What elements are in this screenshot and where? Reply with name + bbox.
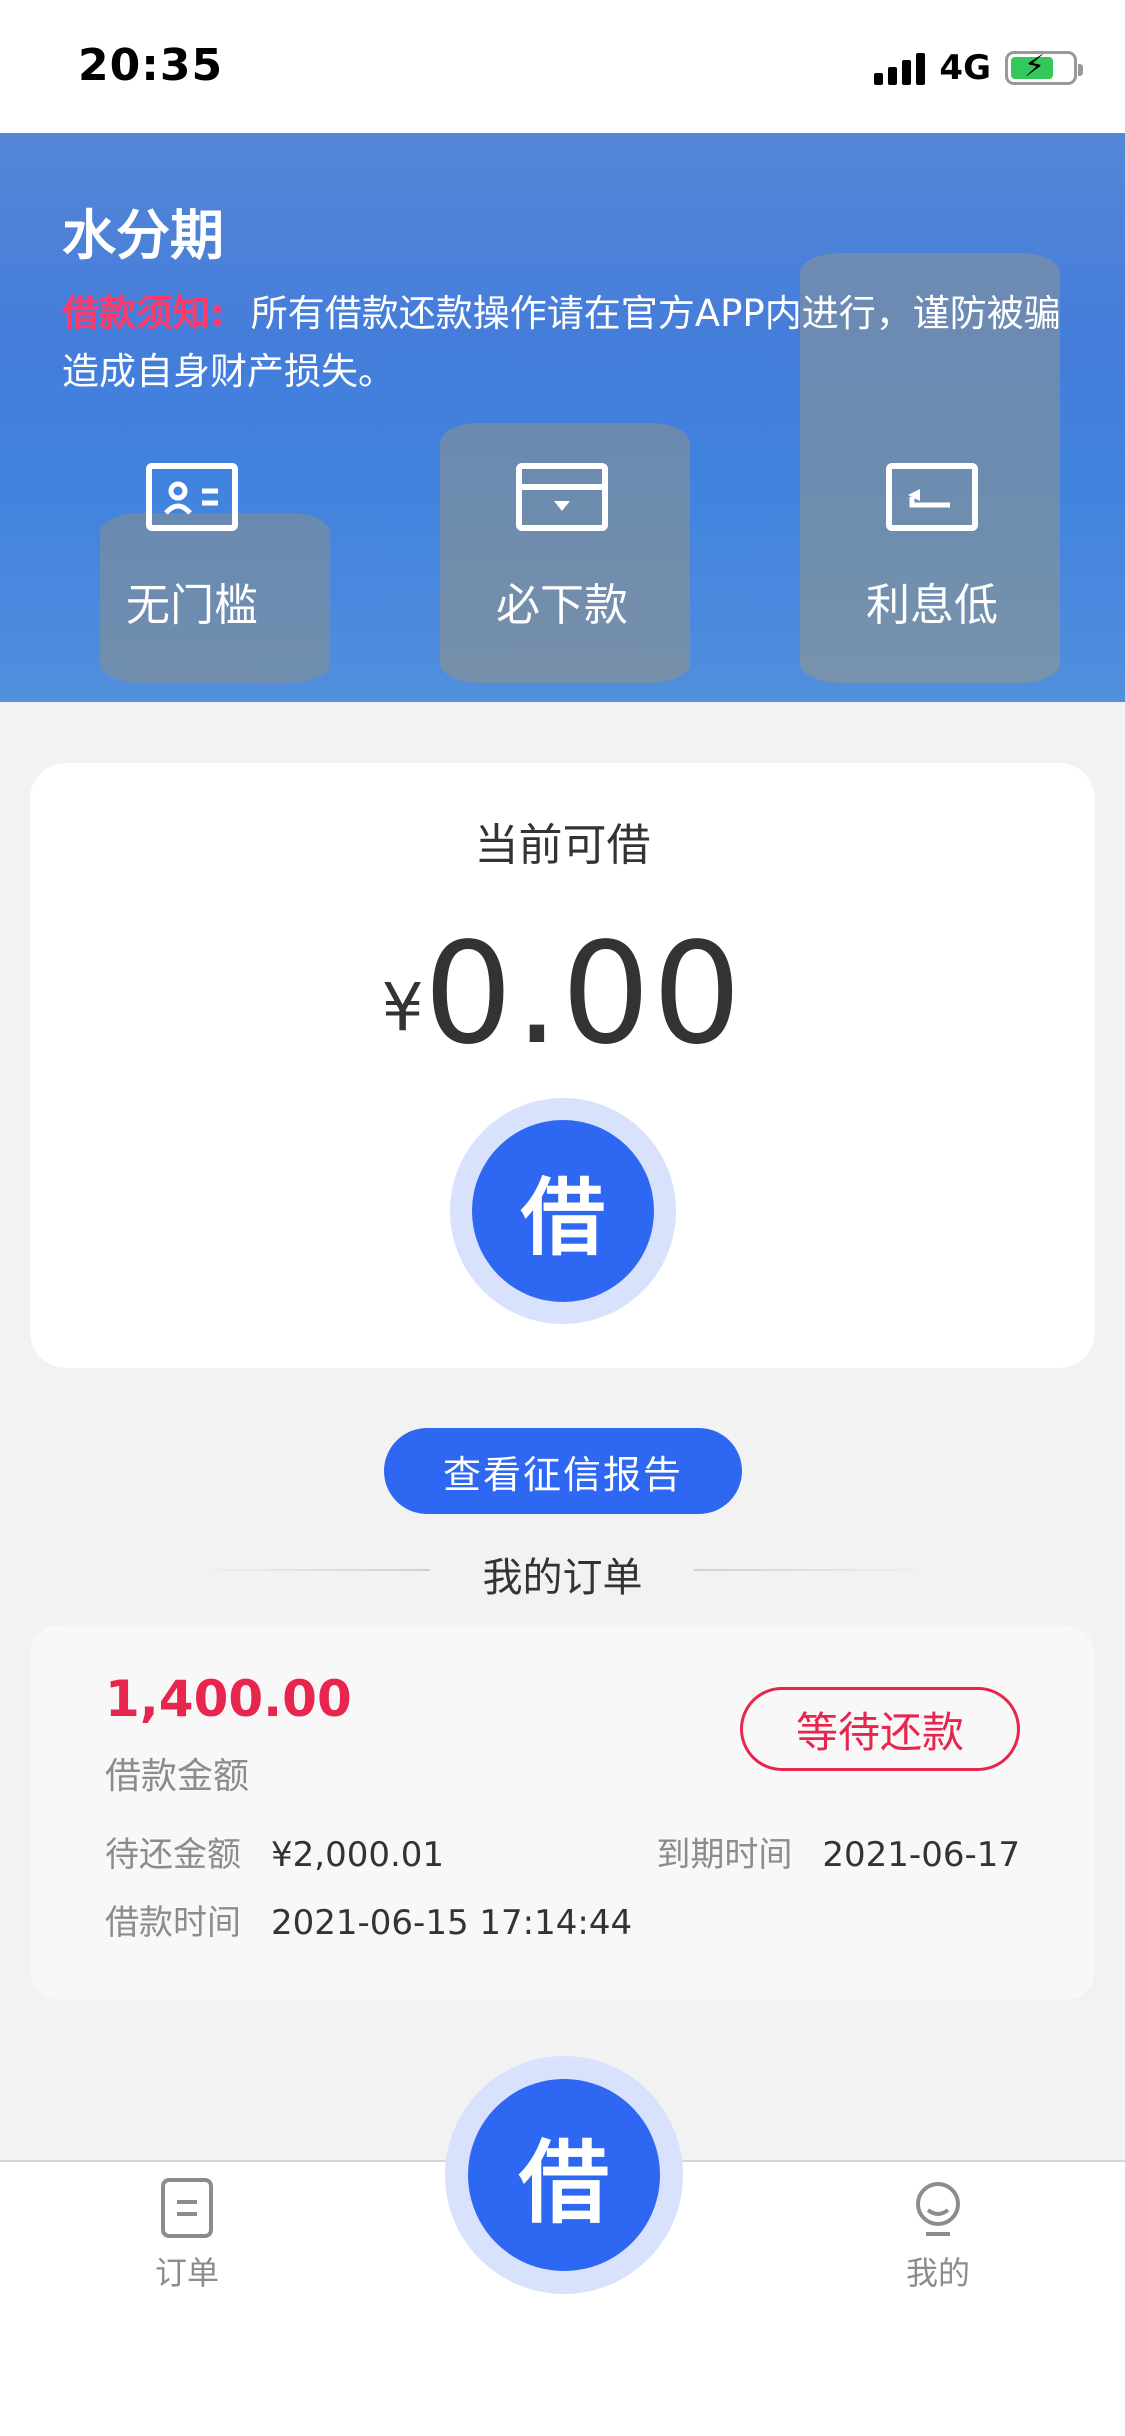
order-card[interactable]: 1,400.00 借款金额 等待还款 待还金额 ¥2,000.01 到期时间 202… <box>30 1625 1095 2000</box>
tab-me[interactable]: 我的 <box>858 2178 1018 2294</box>
user-icon <box>912 2178 964 2238</box>
app-screen: 20:35 4G ⚡ 水分期 借款须知: 所有借款还款操作请在官方APP内进行，谨… <box>0 0 1125 2436</box>
feature-label: 无门槛 <box>126 580 258 631</box>
borrow-button[interactable]: 借 <box>450 1098 676 1324</box>
view-credit-report-button[interactable]: 查看征信报告 <box>384 1428 742 1514</box>
due-date-value: 2021-06-17 <box>822 1835 1020 1875</box>
orders-section-header: 我的订单 <box>0 1545 1125 1601</box>
orders-section-title: 我的订单 <box>482 1555 643 1601</box>
document-icon <box>161 2178 213 2238</box>
status-time: 20:35 <box>78 40 224 91</box>
due-date-row: 到期时间 2021-06-17 <box>656 1827 1020 1876</box>
card-icon <box>516 463 608 531</box>
pending-amount-value: ¥2,000.01 <box>271 1835 445 1875</box>
feature-label: 必下款 <box>496 580 628 631</box>
borrow-time-label: 借款时间 <box>105 1903 241 1943</box>
status-badge[interactable]: 等待还款 <box>740 1687 1020 1771</box>
borrow-time-row: 借款时间 2021-06-15 17:14:44 <box>105 1895 632 1944</box>
network-label: 4G <box>939 48 991 88</box>
feature-list: 无门槛 必下款 利息低 <box>0 463 1125 663</box>
due-date-label: 到期时间 <box>656 1835 793 1875</box>
feature-no-threshold: 无门槛 <box>72 463 312 633</box>
feature-guaranteed: 必下款 <box>442 463 682 633</box>
available-amount: ¥0.00 <box>30 913 1095 1076</box>
signal-icon <box>874 51 926 85</box>
divider-line <box>694 1569 934 1571</box>
tab-orders-label: 订单 <box>154 2254 219 2292</box>
status-bar: 20:35 4G ⚡ <box>0 0 1125 133</box>
loan-notice: 借款须知: 所有借款还款操作请在官方APP内进行，谨防被骗造成自身财产损失。 <box>62 285 1072 401</box>
notice-label: 借款须知: <box>62 292 225 335</box>
pending-amount-label: 待还金额 <box>105 1835 241 1875</box>
borrow-time-value: 2021-06-15 17:14:44 <box>271 1903 633 1943</box>
available-credit-card: 当前可借 ¥0.00 借 <box>30 763 1095 1368</box>
currency-symbol: ¥ <box>381 969 424 1046</box>
loan-amount: 1,400.00 <box>105 1670 352 1728</box>
return-icon <box>886 463 978 531</box>
hero-banner: 水分期 借款须知: 所有借款还款操作请在官方APP内进行，谨防被骗造成自身财产损失… <box>0 133 1125 702</box>
tab-orders[interactable]: 订单 <box>107 2178 267 2294</box>
amount-value: 0.00 <box>423 913 744 1076</box>
available-credit-title: 当前可借 <box>474 820 651 871</box>
id-card-icon <box>146 463 238 531</box>
feature-low-interest: 利息低 <box>812 463 1052 633</box>
borrow-button-label[interactable]: 借 <box>472 1120 654 1302</box>
loan-amount-label: 借款金额 <box>105 1756 250 1797</box>
center-borrow-tab[interactable]: 借 <box>445 2056 683 2294</box>
tab-me-label: 我的 <box>905 2254 970 2292</box>
app-title: 水分期 <box>62 204 224 267</box>
status-indicators: 4G ⚡ <box>874 48 1083 88</box>
feature-label: 利息低 <box>866 580 998 631</box>
center-borrow-label[interactable]: 借 <box>468 2079 660 2271</box>
battery-icon: ⚡ <box>1005 50 1083 85</box>
pending-amount-row: 待还金额 ¥2,000.01 <box>105 1827 444 1876</box>
